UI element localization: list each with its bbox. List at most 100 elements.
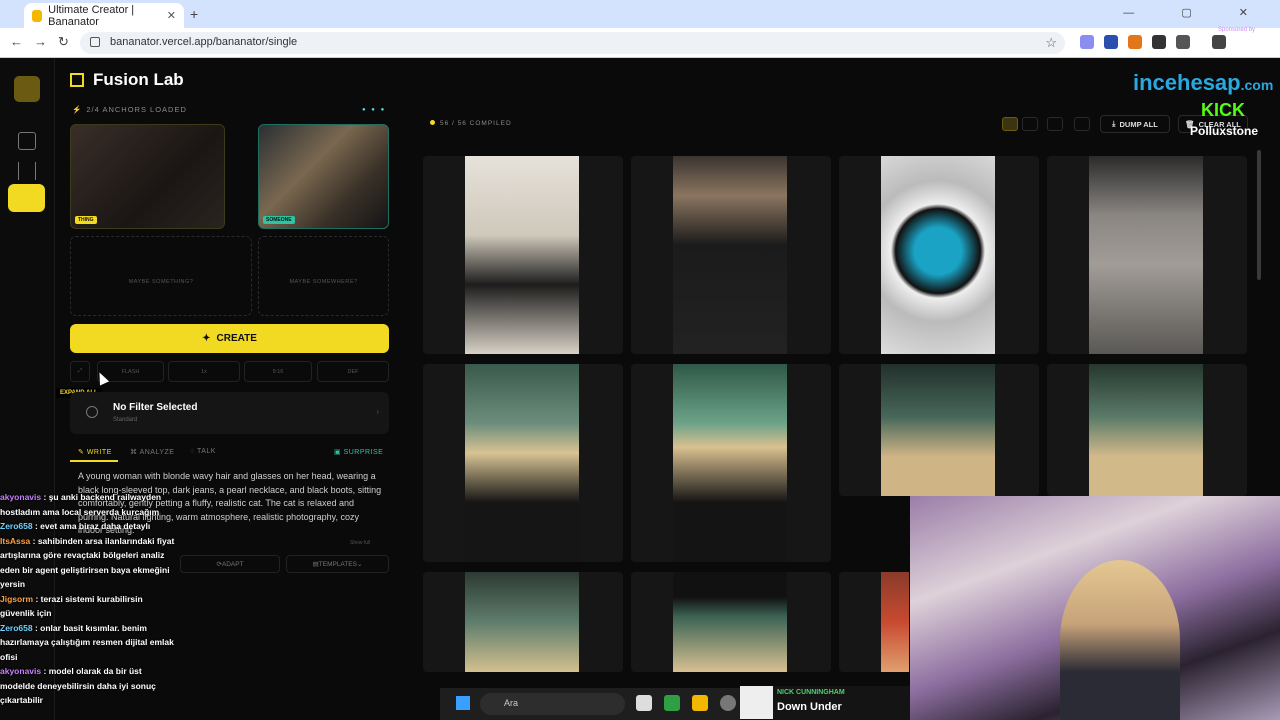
grid-large-view-icon[interactable] [1002, 117, 1018, 131]
sponsor-label: Sponsored by [1218, 27, 1256, 33]
streamer-name: Polluxstone [1190, 124, 1259, 138]
quality-button[interactable]: DEF [317, 361, 389, 382]
gallery-card[interactable] [423, 156, 623, 354]
reload-icon[interactable]: ↻ [58, 34, 69, 50]
generated-image [1089, 364, 1203, 496]
empty-slot-something[interactable]: MAYBE SOMETHING? [70, 236, 252, 316]
chat-message: ItsAssa : sahibinden arsa ilanlarındaki … [0, 535, 175, 590]
close-tab-icon[interactable]: ✕ [167, 9, 176, 22]
anchor-tag: SOMEONE [263, 216, 295, 224]
grid-medium-view-icon[interactable] [1022, 117, 1038, 131]
anchor-tag: THING [75, 216, 97, 224]
show-full-link[interactable]: Show full [350, 540, 370, 546]
extension-icon[interactable] [1080, 35, 1094, 49]
chat-message: akyonavis : şu anki backend railwayden h… [0, 492, 162, 517]
gallery-card[interactable] [631, 572, 831, 672]
browser-tab[interactable]: Ultimate Creator | Bananator ✕ [24, 3, 184, 28]
library-icon[interactable] [18, 162, 36, 180]
now-playing-song: Down Under [777, 701, 842, 713]
empty-slot-somewhere[interactable]: MAYBE SOMEWHERE? [258, 236, 389, 316]
tab-analyze[interactable]: ⌘ ANALYZE [130, 448, 174, 456]
generated-image [1089, 156, 1203, 354]
generated-image [465, 156, 579, 354]
metamask-icon[interactable] [1128, 35, 1142, 49]
anchor-thing[interactable]: THING [70, 124, 225, 229]
page-title: Fusion Lab [70, 70, 184, 90]
generated-image [465, 572, 579, 672]
gallery-card[interactable] [839, 572, 909, 672]
ratio-button[interactable]: 9:16 [244, 361, 312, 382]
download-icon[interactable] [1212, 35, 1226, 49]
filter-subtitle: Standard [113, 417, 138, 423]
surprise-button[interactable]: ▣ SURPRISE [334, 448, 383, 456]
compiled-status: 56 / 56 COMPILED [430, 120, 512, 127]
gallery-card[interactable] [423, 572, 623, 672]
adapt-button[interactable]: ⟳ ADAPT [180, 555, 280, 573]
now-playing-artist: NICK CUNNINGHAM [777, 689, 845, 696]
generated-image [881, 572, 909, 672]
url-field[interactable]: bananator.vercel.app/bananator/single ☆ [80, 32, 1065, 54]
select-icon[interactable] [1074, 117, 1090, 131]
lock-icon [90, 37, 100, 47]
chrome-icon[interactable] [664, 695, 680, 711]
browser-tabbar: Ultimate Creator | Bananator ✕ + — ▢ ✕ [0, 0, 1280, 28]
gallery-card[interactable] [839, 156, 1039, 354]
forward-icon[interactable]: → [34, 34, 47, 49]
generated-image [465, 364, 579, 562]
chat-message: Jigsorm : terazi sistemi kurabilirsin gü… [0, 593, 143, 619]
bolt-icon: ⚡ [72, 105, 83, 114]
tab-write[interactable]: ✎ WRITE [78, 448, 112, 456]
generated-image [673, 156, 787, 354]
window-controls[interactable]: — ▢ ✕ [1123, 6, 1270, 19]
chat-message: Zero658 : onlar basit kısımlar. benim ha… [0, 622, 174, 662]
filter-selector[interactable]: No Filter Selected Standard › [70, 392, 389, 434]
sidebar-item-fusion[interactable] [8, 184, 45, 212]
stream-chat: akyonavis : şu anki backend railwayden h… [0, 490, 175, 708]
dump-all-button[interactable]: ⤓ DUMP ALL [1100, 115, 1170, 133]
windows-start-icon[interactable] [456, 696, 470, 710]
generated-image [673, 364, 787, 562]
taskbar-search[interactable]: Ara [480, 693, 625, 715]
expand-button[interactable]: ⤢ [70, 361, 90, 382]
gallery-card[interactable] [1047, 364, 1247, 496]
tab-title: Ultimate Creator | Bananator [48, 3, 135, 28]
album-cover [740, 686, 773, 719]
gallery-scrollbar[interactable] [1257, 150, 1261, 280]
generated-image [881, 156, 995, 354]
banana-logo-icon[interactable] [14, 76, 40, 102]
new-tab-icon[interactable]: + [190, 6, 198, 22]
grid-icon[interactable] [18, 132, 36, 150]
puzzle-icon[interactable] [1176, 35, 1190, 49]
anchors-status: ⚡ 2/4 ANCHORS LOADED [72, 105, 187, 114]
create-button[interactable]: ✦ CREATE [70, 324, 389, 353]
tab-talk[interactable]: ◌ TALK [190, 448, 216, 455]
gallery-card[interactable] [631, 156, 831, 354]
chat-message: Zero658 : evet ama biraz daha detaylı [0, 521, 151, 531]
grid-small-view-icon[interactable] [1047, 117, 1063, 131]
address-bar: ← → ↻ bananator.vercel.app/bananator/sin… [0, 28, 1280, 58]
anchor-someone[interactable]: SOMEONE [258, 124, 389, 229]
gallery-card[interactable] [1047, 156, 1247, 354]
sparkle-icon: ✦ [202, 333, 211, 344]
active-tab-indicator [70, 460, 118, 462]
bookmark-star-icon[interactable]: ☆ [1045, 35, 1057, 51]
gallery-card[interactable] [631, 364, 831, 562]
count-button[interactable]: 1x [168, 361, 240, 382]
now-playing-widget: NICK CUNNINGHAM Down Under [740, 686, 910, 720]
templates-dropdown[interactable]: ▤ TEMPLATES ⌄ [286, 555, 389, 573]
sponsor-brand: incehesap.com [1133, 70, 1274, 95]
palette-icon [86, 406, 98, 418]
taskbar-app-icon[interactable] [636, 695, 652, 711]
taskbar-app-icon[interactable] [720, 695, 736, 711]
generated-image [881, 364, 995, 496]
progress-dots: ● ● ● [362, 107, 387, 113]
gallery-card[interactable] [839, 364, 1039, 496]
gallery-card[interactable] [423, 364, 623, 562]
kick-logo: KICK [1201, 100, 1245, 120]
favicon-icon [32, 9, 43, 22]
filter-title: No Filter Selected [113, 402, 198, 413]
extension-icon[interactable] [1152, 35, 1166, 49]
extension-icon[interactable] [1104, 35, 1118, 49]
file-explorer-icon[interactable] [692, 695, 708, 711]
back-icon[interactable]: ← [10, 34, 23, 49]
